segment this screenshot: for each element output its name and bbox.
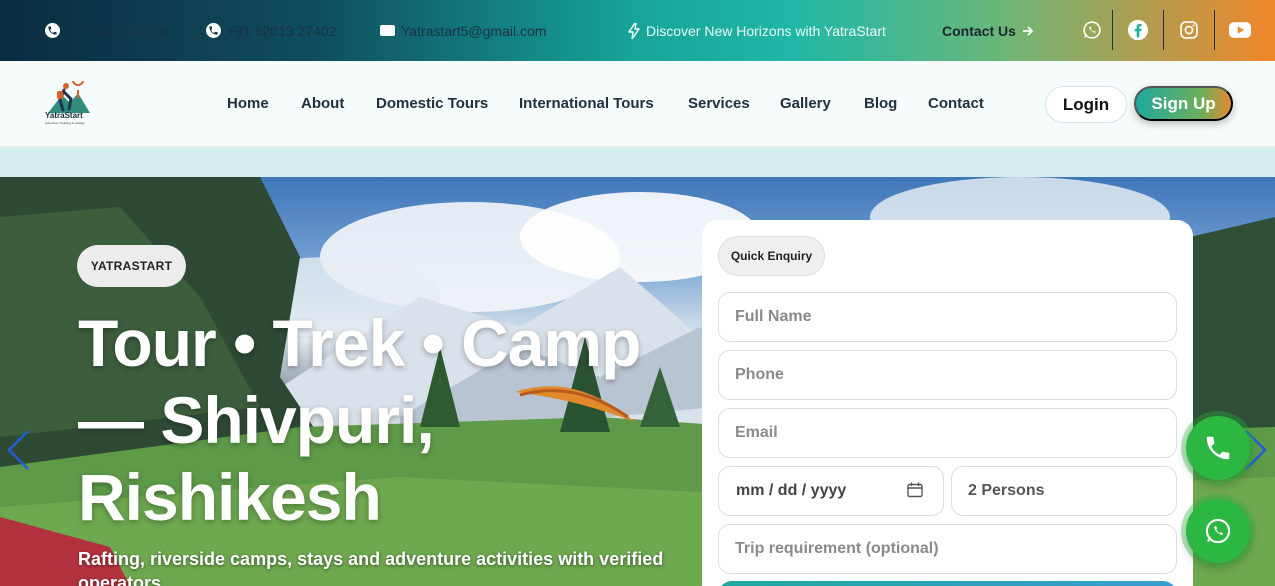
facebook-icon[interactable] bbox=[1112, 10, 1162, 50]
nav-domestic-tours[interactable]: Domestic Tours bbox=[376, 95, 488, 112]
tagline: Discover New Horizons with YatraStart bbox=[628, 0, 886, 61]
contact-us-label: Contact Us bbox=[942, 22, 1016, 39]
whatsapp-icon[interactable] bbox=[1067, 10, 1117, 50]
main-navbar: YatraStart Adventure Trekking & Holiday … bbox=[0, 61, 1275, 147]
phone-contact-1[interactable]: 91 74151 15138 bbox=[45, 0, 167, 61]
phone-icon bbox=[1206, 436, 1230, 460]
slider-prev-arrow[interactable] bbox=[6, 429, 30, 471]
phone-icon bbox=[206, 23, 221, 38]
hero-headline: Tour • Trek • Camp — Shivpuri, Rishikesh bbox=[78, 306, 641, 534]
trip-requirement-input[interactable] bbox=[718, 524, 1177, 574]
nav-gallery[interactable]: Gallery bbox=[780, 95, 831, 112]
brand-name: YatraStart bbox=[45, 111, 83, 120]
contact-us-link[interactable]: Contact Us bbox=[942, 0, 1034, 61]
nav-contact[interactable]: Contact bbox=[928, 95, 984, 112]
youtube-icon[interactable] bbox=[1214, 10, 1264, 50]
nav-services[interactable]: Services bbox=[688, 95, 750, 112]
top-bar: 91 74151 15138 +91 92013 27402 Yatrastar… bbox=[0, 0, 1275, 61]
signup-button[interactable]: Sign Up bbox=[1134, 86, 1233, 121]
email-input[interactable] bbox=[718, 408, 1177, 458]
nav-about[interactable]: About bbox=[301, 95, 344, 112]
full-name-input[interactable] bbox=[718, 292, 1177, 342]
date-placeholder: mm / dd / yyyy bbox=[736, 482, 847, 499]
phone-input[interactable] bbox=[718, 350, 1177, 400]
email-contact[interactable]: Yatrastart5@gmail.com bbox=[380, 0, 546, 61]
whatsapp-fab[interactable] bbox=[1186, 499, 1250, 563]
arrow-right-icon bbox=[1022, 25, 1034, 36]
hero-subline: Rafting, riverside camps, stays and adve… bbox=[78, 549, 664, 586]
nav-home[interactable]: Home bbox=[227, 95, 269, 112]
login-button[interactable]: Login bbox=[1045, 86, 1127, 123]
phone-number-1: 91 74151 15138 bbox=[66, 22, 168, 39]
lightning-icon bbox=[628, 22, 640, 39]
nav-international-tours[interactable]: International Tours bbox=[519, 95, 654, 112]
phone-icon bbox=[45, 23, 60, 38]
email-address: Yatrastart5@gmail.com bbox=[401, 22, 547, 39]
chevron-left-icon bbox=[7, 430, 29, 470]
whatsapp-icon bbox=[1205, 518, 1231, 544]
instagram-icon[interactable] bbox=[1163, 10, 1213, 50]
brand-tagline: Adventure Trekking & Holiday bbox=[45, 121, 85, 125]
phone-number-2: +91 92013 27402 bbox=[227, 22, 337, 39]
quick-enquiry-card: Quick Enquiry mm / dd / yyyy 2 Persons bbox=[702, 220, 1193, 586]
quick-enquiry-title: Quick Enquiry bbox=[718, 236, 825, 276]
hiker-logo-icon bbox=[48, 74, 90, 113]
hero-badge: YATRASTART bbox=[77, 245, 186, 287]
phone-contact-2[interactable]: +91 92013 27402 bbox=[206, 0, 336, 61]
submit-enquiry-button[interactable] bbox=[718, 581, 1177, 586]
persons-select[interactable]: 2 Persons bbox=[951, 466, 1177, 516]
mail-icon bbox=[380, 25, 395, 36]
travel-date-input[interactable]: mm / dd / yyyy bbox=[718, 466, 944, 516]
nav-divider-strip bbox=[0, 147, 1275, 177]
tagline-text: Discover New Horizons with YatraStart bbox=[646, 22, 886, 39]
nav-blog[interactable]: Blog bbox=[864, 95, 897, 112]
hero-slider: YATRASTART Tour • Trek • Camp — Shivpuri… bbox=[0, 177, 1275, 586]
calendar-icon[interactable] bbox=[907, 482, 923, 498]
call-fab[interactable] bbox=[1186, 416, 1250, 480]
